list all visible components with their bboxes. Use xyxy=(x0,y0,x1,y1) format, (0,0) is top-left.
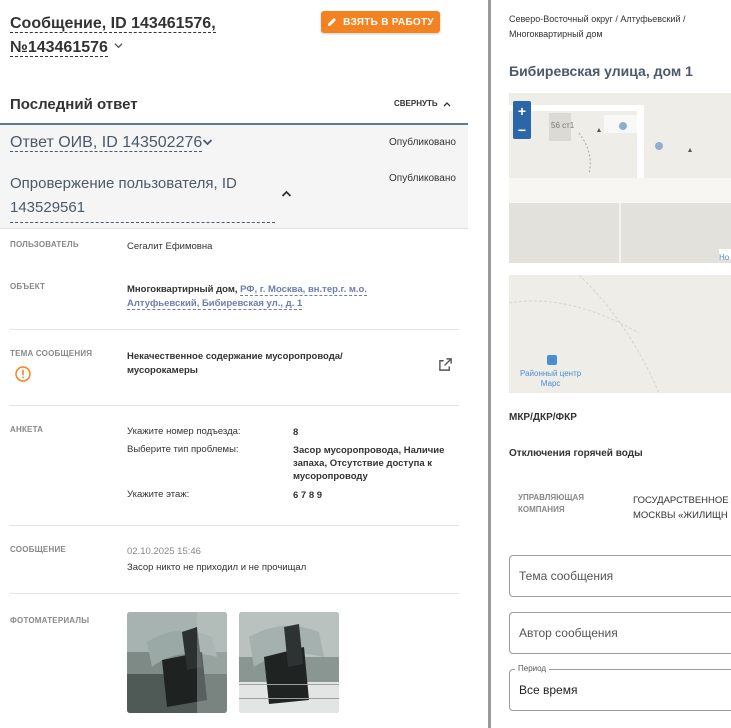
breadcrumb: Северо-Восточный округ / Алтуфьевский / … xyxy=(509,14,686,39)
last-answer-title: Последний ответ xyxy=(10,96,138,113)
message-panel: Сообщение, ID 143461576, №143461576 ВЗЯТ… xyxy=(0,0,468,728)
chevron-up-icon xyxy=(443,101,451,106)
hot-water-label[interactable]: Отключения горячей воды xyxy=(509,448,643,459)
survey-answer: 8 xyxy=(293,427,299,438)
zoom-in-button[interactable]: + xyxy=(518,103,526,119)
user-refutation-link[interactable]: Опровержение пользователя, ID 143529561 xyxy=(10,172,275,223)
user-value: Сегалит Ефимовна xyxy=(127,241,213,252)
chevron-up-icon[interactable] xyxy=(281,190,292,198)
period-select[interactable]: Все время xyxy=(509,669,731,711)
topic-label: ТЕМА СООБЩЕНИЯ xyxy=(10,349,93,358)
message-text: Засор никто не приходил и не прочищал xyxy=(127,562,307,573)
photo-thumbnail[interactable] xyxy=(127,612,227,713)
photo-image xyxy=(239,612,339,713)
map-zoom-control: + − xyxy=(513,101,531,139)
divider xyxy=(10,593,459,594)
open-external-icon[interactable] xyxy=(438,357,453,372)
divider xyxy=(10,329,459,330)
map-poi-label[interactable]: Районный центр Марс xyxy=(520,369,581,389)
chevron-down-icon[interactable] xyxy=(202,138,213,146)
topic-value: Некачественное содержание мусоропровода/… xyxy=(127,351,343,376)
answer-oiv-link[interactable]: Ответ ОИВ, ID 143502276 xyxy=(10,134,203,152)
map-edge-label: Но xyxy=(719,253,730,262)
message-label: СООБЩЕНИЕ xyxy=(10,545,66,554)
management-company-value: ГОСУДАРСТВЕННОЕ МОСКВЫ «ЖИЛИЩН xyxy=(633,495,729,521)
object-address-link[interactable]: РФ, г. Москва, вн.тер.г. м.о. xyxy=(240,284,367,296)
survey-question: Укажите этаж: xyxy=(127,489,190,500)
object-value: Многоквартирный дом, РФ, г. Москва, вн.т… xyxy=(127,284,367,310)
photo-image xyxy=(127,612,227,713)
survey-answer: 6 7 8 9 xyxy=(293,490,323,501)
chevron-down-icon[interactable] xyxy=(114,41,123,50)
status-badge: Опубликовано xyxy=(389,173,456,184)
collapse-button[interactable]: СВЕРНУТЬ xyxy=(394,99,451,108)
survey-answer: Засор мусоропровода, Наличие запаха, Отс… xyxy=(293,445,445,482)
survey-question: Выберите тип проблемы: xyxy=(127,444,239,455)
photos-label: ФОТОМАТЕРИАЛЫ xyxy=(10,616,90,625)
author-input[interactable]: Автор сообщения xyxy=(509,612,731,654)
photo-thumbnail[interactable] xyxy=(239,612,339,713)
user-label: ПОЛЬЗОВАТЕЛЬ xyxy=(10,240,79,249)
survey-label: АНКЕТА xyxy=(10,425,44,434)
map[interactable]: + − 56 ст1 Районный центр Марс Но xyxy=(509,93,731,393)
pencil-icon xyxy=(328,18,337,26)
take-to-work-button[interactable]: ВЗЯТЬ В РАБОТУ xyxy=(321,11,440,33)
management-company-label: УПРАВЛЯЮЩАЯ КОМПАНИЯ xyxy=(518,493,585,514)
mkd-label: МКР/ДКР/ФКР xyxy=(509,412,577,423)
warning-icon xyxy=(15,366,31,382)
message-date: 02.10.2025 15:46 xyxy=(127,546,201,557)
map-label: 56 ст1 xyxy=(551,121,575,130)
zoom-out-button[interactable]: − xyxy=(518,122,526,138)
object-label: ОБЪЕКТ xyxy=(10,282,46,291)
divider xyxy=(10,525,459,526)
object-panel: Северо-Восточный округ / Алтуфьевский / … xyxy=(491,0,731,728)
object-address-link[interactable]: Алтуфьевский, Бибиревская ул., д. 1 xyxy=(127,298,303,310)
survey-question: Укажите номер подъезда: xyxy=(127,426,241,437)
status-badge: Опубликовано xyxy=(389,137,456,148)
topic-input[interactable]: Тема сообщения xyxy=(509,555,731,597)
divider xyxy=(10,405,459,406)
period-label: Период xyxy=(515,664,550,673)
message-title[interactable]: Сообщение, ID 143461576, №143461576 xyxy=(10,12,310,60)
address-title: Бибиревская улица, дом 1 xyxy=(509,63,693,79)
map-canvas xyxy=(509,93,731,393)
